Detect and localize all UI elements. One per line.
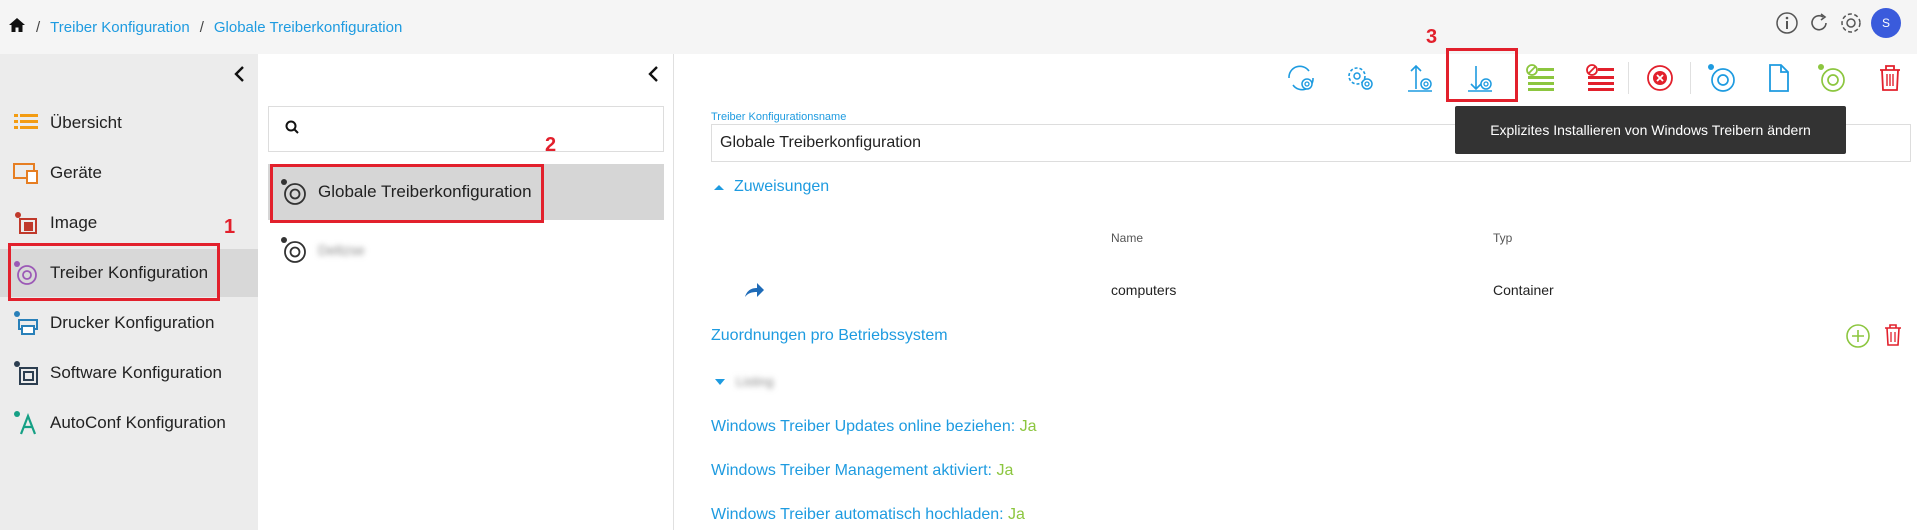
sidebar-item-label: Übersicht (50, 113, 122, 132)
annotation-box-3 (1446, 48, 1518, 102)
annotation-number-2: 2 (545, 134, 557, 156)
search-icon (285, 120, 299, 139)
driver-settings-icon[interactable] (1342, 60, 1378, 96)
tooltip: Explizites Installieren von Windows Trei… (1455, 106, 1846, 154)
disable-list-icon[interactable] (1582, 60, 1618, 96)
add-circle-icon[interactable] (1845, 323, 1871, 354)
sidebar-item-label: Geräte (50, 163, 102, 182)
column-name-header: Name (1111, 231, 1144, 245)
share-arrow-icon[interactable] (743, 281, 765, 304)
toolbar-divider (1628, 62, 1629, 94)
setting-value: Ja (1008, 506, 1025, 523)
sidebar-item-geraete[interactable]: Geräte (0, 149, 258, 197)
annotation-number-1: 1 (224, 216, 236, 238)
column-type-header: Typ (1493, 231, 1513, 245)
os-mappings-link[interactable]: Zuordnungen pro Betriebssystem (711, 327, 948, 345)
settings-icon[interactable] (1839, 11, 1863, 35)
breadcrumb-globale-treiberkonfiguration[interactable]: Globale Treiberkonfiguration (214, 19, 402, 36)
annotation-box-1 (8, 243, 220, 301)
setting-key: Windows Treiber Updates online beziehen: (711, 418, 1016, 435)
listing-toggle[interactable]: Listing (714, 374, 774, 389)
sidebar-item-software-konfiguration[interactable]: Software Konfiguration (0, 349, 258, 397)
breadcrumb-separator: / (199, 18, 204, 36)
toolbar-divider (1690, 62, 1691, 94)
annotation-number-3: 3 (1426, 26, 1438, 48)
collapse-sidebar-chevron-icon[interactable] (232, 64, 248, 89)
assignment-type-cell: Container (1493, 282, 1554, 298)
info-icon[interactable] (1775, 11, 1799, 35)
avatar[interactable]: S (1871, 8, 1901, 38)
sidebar-item-label: AutoConf Konfiguration (50, 413, 226, 432)
os-mappings-label: Zuordnungen pro Betriebssystem (711, 327, 948, 344)
sidebar-item-label: Software Konfiguration (50, 363, 222, 382)
enable-list-icon[interactable] (1522, 60, 1558, 96)
printer-icon (12, 309, 40, 337)
top-bar: / Treiber Konfiguration / Globale Treibe… (0, 0, 1917, 54)
add-driver-icon[interactable] (1814, 60, 1850, 96)
setting-value: Ja (1019, 418, 1037, 435)
breadcrumb-treiber-konfiguration[interactable]: Treiber Konfiguration (50, 19, 190, 36)
sidebar-item-label: Image (50, 213, 98, 232)
list-item-label: Deltzse (318, 242, 365, 258)
config-name-label: Treiber Konfigurationsname (711, 111, 847, 123)
collapse-list-chevron-icon[interactable] (646, 64, 662, 89)
assignments-label: Zuweisungen (734, 178, 830, 195)
autoconf-icon (12, 409, 40, 437)
sidebar-item-image[interactable]: Image (0, 199, 258, 247)
setting-key: Windows Treiber Management aktiviert: (711, 462, 992, 479)
delete-icon[interactable] (1872, 60, 1908, 96)
assignments-toggle[interactable]: Zuweisungen (712, 178, 829, 196)
driver-disc-icon[interactable] (1704, 60, 1740, 96)
setting-driver-management: Windows Treiber Management aktiviert: Ja (711, 462, 1013, 480)
breadcrumb: / Treiber Konfiguration / Globale Treibe… (8, 17, 402, 37)
sidebar-item-uebersicht[interactable]: Übersicht (0, 99, 258, 147)
image-icon (12, 209, 40, 237)
remove-driver-icon[interactable] (1642, 60, 1678, 96)
listing-label: Listing (736, 374, 774, 389)
upload-driver-icon[interactable] (1402, 60, 1438, 96)
list-item-driver-config[interactable]: Deltzse (268, 222, 664, 278)
search-box (268, 106, 664, 152)
search-input[interactable] (309, 120, 649, 138)
sidebar-item-label: Drucker Konfiguration (50, 313, 215, 332)
assignment-name-cell: computers (1111, 282, 1177, 298)
setting-value: Ja (996, 462, 1014, 479)
home-icon[interactable] (8, 17, 26, 37)
sidebar-item-drucker-konfiguration[interactable]: Drucker Konfiguration (0, 299, 258, 347)
setting-key: Windows Treiber automatisch hochladen: (711, 506, 1004, 523)
annotation-box-2 (270, 164, 544, 223)
setting-updates-online: Windows Treiber Updates online beziehen:… (711, 418, 1037, 436)
breadcrumb-separator: / (36, 18, 41, 36)
setting-auto-upload: Windows Treiber automatisch hochladen: J… (711, 506, 1025, 524)
sync-driver-icon[interactable] (1283, 60, 1319, 96)
delete-mapping-icon[interactable] (1882, 322, 1904, 353)
driver-config-icon (280, 236, 308, 264)
software-icon (12, 359, 40, 387)
document-icon[interactable] (1760, 60, 1796, 96)
refresh-icon[interactable] (1807, 11, 1831, 35)
devices-icon (12, 159, 40, 187)
sidebar-item-autoconf-konfiguration[interactable]: AutoConf Konfiguration (0, 399, 258, 447)
list-icon (12, 109, 40, 137)
